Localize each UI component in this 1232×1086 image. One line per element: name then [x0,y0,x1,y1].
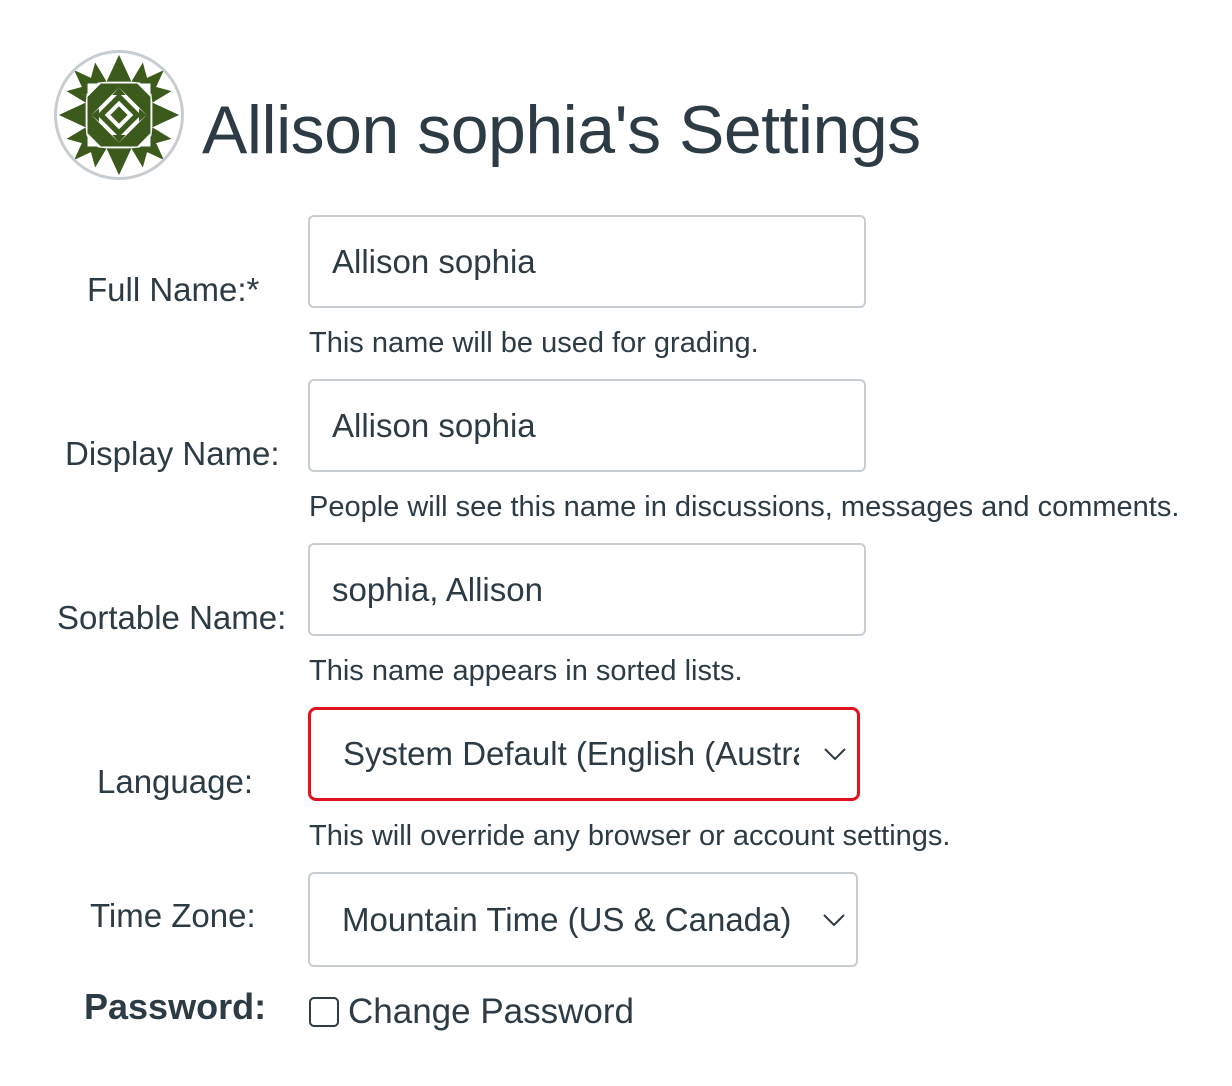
quilt-pattern-icon [58,54,180,176]
sortable-name-label: Sortable Name: [57,599,287,636]
display-name-label: Display Name: [65,435,280,472]
language-selected-value: System Default (English (Australia)) [343,735,799,772]
language-hint: This will override any browser or accoun… [309,820,951,852]
time-zone-select[interactable]: Mountain Time (US & Canada) [308,872,858,967]
time-zone-label: Time Zone: [90,897,256,934]
change-password-checkbox[interactable] [309,997,339,1027]
language-label: Language: [97,763,253,800]
chevron-down-icon [824,748,846,761]
full-name-hint: This name will be used for grading. [309,327,759,359]
avatar[interactable] [54,50,184,180]
full-name-input[interactable] [308,215,866,308]
chevron-down-icon [823,913,845,926]
display-name-input[interactable] [308,379,866,472]
sortable-name-input[interactable] [308,543,866,636]
full-name-label: Full Name:* [87,271,260,308]
password-label: Password: [84,986,267,1027]
display-name-hint: People will see this name in discussions… [309,491,1180,523]
language-select[interactable]: System Default (English (Australia)) [308,707,860,801]
time-zone-selected-value: Mountain Time (US & Canada) [342,900,792,938]
sortable-name-hint: This name appears in sorted lists. [309,655,743,687]
page-title: Allison sophia's Settings [202,92,921,168]
change-password-label[interactable]: Change Password [348,992,634,1032]
